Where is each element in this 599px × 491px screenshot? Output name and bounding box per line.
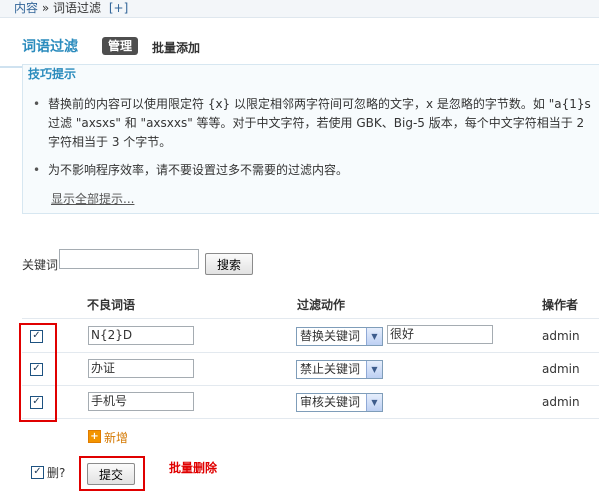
row-checkbox[interactable]: ✓ [30,396,43,409]
show-all-tips-link[interactable]: 显示全部提示... [51,190,134,207]
operator-cell: admin [542,362,580,376]
row-divider [22,352,599,353]
breadcrumb-root-link[interactable]: 内容 [14,1,38,15]
row-divider [22,318,599,319]
action-select-value: 审核关键词 [300,395,361,409]
search-label: 关键词 [22,258,59,272]
tip-line: 替换前的内容可以使用限定符 {x} 以限定相邻两字符间可忽略的文字，x 是忽略的… [48,97,591,111]
tips-title: 技巧提示 [28,67,77,81]
column-header-action: 过滤动作 [297,298,346,312]
bullet-icon: • [33,163,41,177]
chevron-down-icon[interactable]: ▼ [366,328,382,345]
word-field[interactable]: 办证 [88,359,194,378]
row-divider [22,418,599,419]
search-input[interactable] [59,249,199,269]
tab-manage[interactable]: 管理 [102,37,139,55]
breadcrumb-separator: » [41,1,50,15]
replacement-field[interactable]: 很好 [387,325,493,344]
select-all-checkbox[interactable]: ✓ [31,466,44,479]
action-select[interactable]: 替换关键词 ▼ [296,327,383,346]
submit-button[interactable]: 提交 [87,463,135,485]
annotation-label: 批量删除 [169,461,218,475]
action-select-value: 禁止关键词 [300,362,361,376]
page-title: 词语过滤 [22,39,78,55]
action-select-value: 替换关键词 [300,329,361,343]
tip-line: 过滤 "axsxs" 和 "axsxxs" 等等。对于中文字符，若使用 GBK、… [48,116,585,130]
title-bar: 词语过滤 管理 批量添加 [0,18,599,68]
breadcrumb-add-link[interactable]: [+] [109,1,128,15]
tip-text: 替换前的内容可以使用限定符 {x} 以限定相邻两字符间可忽略的文字，x 是忽略的… [48,95,591,152]
add-word-link[interactable]: 新增 [104,429,128,446]
tip-text: 为不影响程序效率，请不要设置过多不需要的过滤内容。 [48,161,348,180]
select-all-label: 删? [47,466,66,480]
column-header-operator: 操作者 [542,298,579,312]
word-field[interactable]: N{2}D [88,326,194,345]
operator-cell: admin [542,329,580,343]
tips-box: 技巧提示 • 替换前的内容可以使用限定符 {x} 以限定相邻两字符间可忽略的文字… [22,64,599,214]
chevron-down-icon[interactable]: ▼ [366,361,382,378]
chevron-down-icon[interactable]: ▼ [366,394,382,411]
action-select[interactable]: 审核关键词 ▼ [296,393,383,412]
plus-icon[interactable]: + [88,430,101,443]
tip-line: 为不影响程序效率，请不要设置过多不需要的过滤内容。 [48,163,349,177]
breadcrumb-current: 词语过滤 [53,1,102,15]
row-checkbox[interactable]: ✓ [30,363,43,376]
operator-cell: admin [542,395,580,409]
word-field[interactable]: 手机号 [88,392,194,411]
row-divider [22,385,599,386]
breadcrumb: 内容 » 词语过滤 [+] [14,0,128,16]
column-header-word: 不良词语 [87,298,136,312]
row-checkbox[interactable]: ✓ [30,330,43,343]
bullet-icon: • [33,97,41,111]
tip-line: 字符相当于 3 个字节。 [48,135,172,149]
search-button[interactable]: 搜索 [205,253,253,275]
top-bar: 内容 » 词语过滤 [+] [0,0,599,18]
tab-batch-add[interactable]: 批量添加 [152,39,200,56]
action-select[interactable]: 禁止关键词 ▼ [296,360,383,379]
